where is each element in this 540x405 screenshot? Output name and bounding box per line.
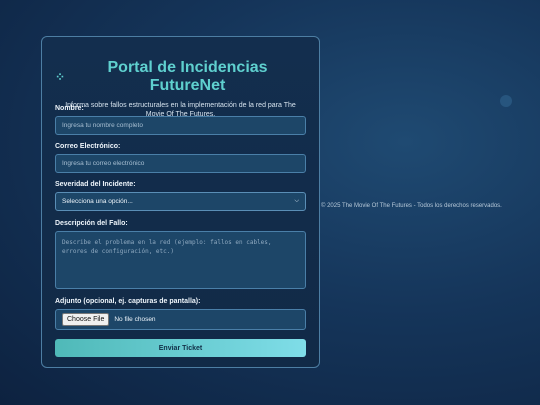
email-label: Correo Electrónico:: [55, 143, 121, 150]
footer-copyright: © 2025 The Movie Of The Futures - Todos …: [321, 203, 502, 209]
attachment-label: Adjunto (opcional, ej. capturas de panta…: [55, 298, 201, 305]
severity-selected-value: Selecciona una opción...: [62, 198, 133, 205]
attachment-input[interactable]: Choose File No file chosen: [55, 309, 306, 330]
incident-form-card: ⁘ Portal de Incidencias FutureNet Inform…: [41, 36, 320, 368]
submit-group: Enviar Ticket: [55, 339, 306, 357]
email-group: Correo Electrónico: Ingresa tu correo el…: [55, 143, 306, 173]
description-group: Descripción del Fallo: Describe el probl…: [55, 220, 306, 289]
name-input[interactable]: Ingresa tu nombre completo: [55, 116, 306, 135]
severity-group: Severidad del Incidente: Selecciona una …: [55, 181, 306, 211]
attachment-group: Adjunto (opcional, ej. capturas de panta…: [55, 298, 306, 330]
name-group: Nombre: Ingresa tu nombre completo: [55, 105, 306, 135]
choose-file-button[interactable]: Choose File: [62, 313, 110, 326]
background-orb: [500, 95, 512, 107]
description-label: Descripción del Fallo:: [55, 220, 128, 227]
page-title: ⁘ Portal de Incidencias FutureNet: [55, 59, 306, 95]
email-input[interactable]: Ingresa tu correo electrónico: [55, 154, 306, 173]
file-status: No file chosen: [114, 316, 156, 323]
severity-label: Severidad del Incidente:: [55, 181, 136, 188]
sparkle-icon: ⁘: [55, 70, 66, 84]
page-title-text: Portal de Incidencias FutureNet: [107, 59, 268, 94]
submit-button[interactable]: Enviar Ticket: [55, 339, 306, 357]
name-label: Nombre:: [55, 105, 84, 112]
description-textarea[interactable]: Describe el problema en la red (ejemplo:…: [55, 231, 306, 289]
severity-select[interactable]: Selecciona una opción... ⌵: [55, 192, 306, 211]
chevron-down-icon: ⌵: [294, 198, 299, 204]
